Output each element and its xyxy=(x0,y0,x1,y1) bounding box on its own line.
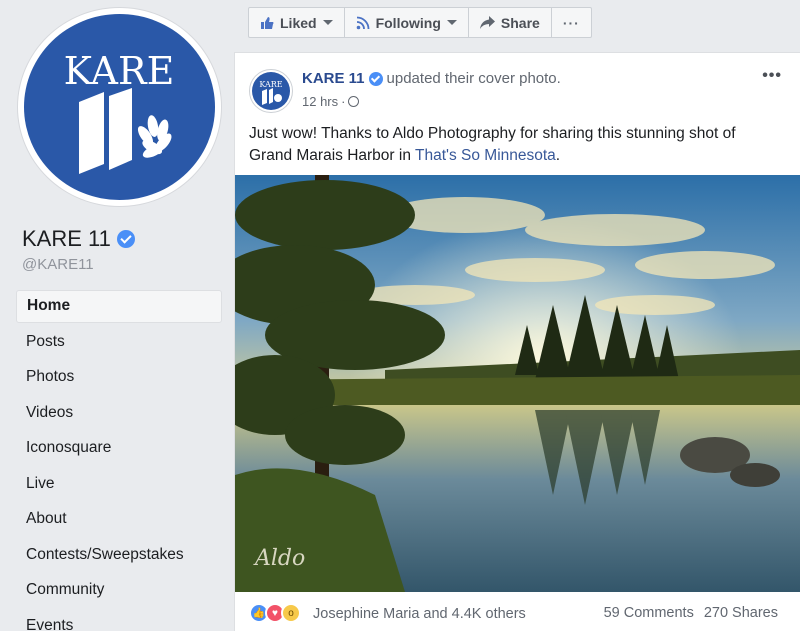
post-engagement-bar: 👍 ♥ o Josephine Maria and 4.4K others 59… xyxy=(235,592,800,631)
following-label: Following xyxy=(375,14,441,31)
logo-text: KARE xyxy=(64,49,175,93)
verified-badge-icon xyxy=(116,230,135,248)
liked-button[interactable]: Liked xyxy=(249,8,345,37)
page-name-text: KARE 11 xyxy=(22,226,111,251)
nav-item-community[interactable]: Community xyxy=(16,574,222,610)
kare11-logo-graphic: KARE xyxy=(64,49,175,174)
nav-item-about[interactable]: About xyxy=(16,503,222,539)
meta-separator: · xyxy=(341,94,346,109)
more-options-button[interactable]: ··· xyxy=(552,8,591,37)
nav-item-events[interactable]: Events xyxy=(16,610,222,631)
kare11-logo: KARE xyxy=(24,14,215,200)
share-button[interactable]: Share xyxy=(469,8,552,37)
liked-label: Liked xyxy=(280,14,317,31)
page-name: KARE 11 xyxy=(22,226,135,252)
post-timestamp[interactable]: 12 hrs xyxy=(302,94,338,109)
page-action-bar: Liked Following Share ··· xyxy=(248,7,592,38)
nav-item-photos[interactable]: Photos xyxy=(16,361,222,397)
post-text-end: . xyxy=(555,147,561,164)
page-profile-picture[interactable]: KARE xyxy=(18,8,221,206)
kare11-avatar-logo: KARE xyxy=(252,72,290,110)
chevron-down-icon xyxy=(446,20,457,25)
post-author-name[interactable]: KARE 11 xyxy=(302,70,365,87)
post-options-button[interactable]: ••• xyxy=(762,67,782,85)
nav-item-iconosquare[interactable]: Iconosquare xyxy=(16,432,222,468)
page-handle: @KARE11 xyxy=(22,256,94,273)
share-arrow-icon xyxy=(479,16,495,29)
post-header: KARE 11 updated their cover photo. xyxy=(302,70,561,87)
nav-item-posts[interactable]: Posts xyxy=(16,326,222,362)
lake-sunset-photo: Aldo xyxy=(235,175,800,592)
photo-watermark: Aldo xyxy=(253,546,305,571)
nav-item-contests[interactable]: Contests/Sweepstakes xyxy=(16,539,222,575)
thumbs-up-icon xyxy=(261,16,274,29)
globe-icon[interactable] xyxy=(348,96,360,107)
share-label: Share xyxy=(500,14,540,31)
nav-item-home[interactable]: Home xyxy=(16,290,222,323)
verified-badge-icon xyxy=(368,71,383,86)
reaction-icons[interactable]: 👍 ♥ o xyxy=(249,603,301,623)
page-nav: Home Posts Photos Videos Iconosquare Liv… xyxy=(16,290,222,631)
comments-count[interactable]: 59 Comments xyxy=(604,605,694,621)
left-column: KARE KARE 11 @KARE11 Home Posts Photos V… xyxy=(0,0,234,631)
post-cover-photo[interactable]: Aldo xyxy=(235,175,800,592)
shares-count[interactable]: 270 Shares xyxy=(704,605,778,621)
post-text-link[interactable]: That's So Minnesota xyxy=(415,147,556,164)
engagement-counts: 59 Comments 270 Shares xyxy=(604,605,778,621)
following-button[interactable]: Following xyxy=(345,8,469,37)
post-meta: 12 hrs · xyxy=(302,94,360,109)
post-card: KARE KARE 11 updated their cover photo. … xyxy=(234,52,800,631)
svg-text:KARE: KARE xyxy=(259,80,282,89)
nav-item-live[interactable]: Live xyxy=(16,468,222,504)
reaction-summary[interactable]: Josephine Maria and 4.4K others xyxy=(313,606,526,622)
post-body-text: Just wow! Thanks to Aldo Photography for… xyxy=(249,123,779,167)
post-action-text: updated their cover photo. xyxy=(386,70,561,87)
more-options-icon: ··· xyxy=(562,14,580,31)
nav-item-videos[interactable]: Videos xyxy=(16,397,222,433)
rss-feed-icon xyxy=(356,16,369,29)
post-author-avatar[interactable]: KARE xyxy=(249,69,293,113)
chevron-down-icon xyxy=(322,20,333,25)
wow-reaction-icon: o xyxy=(281,603,301,623)
